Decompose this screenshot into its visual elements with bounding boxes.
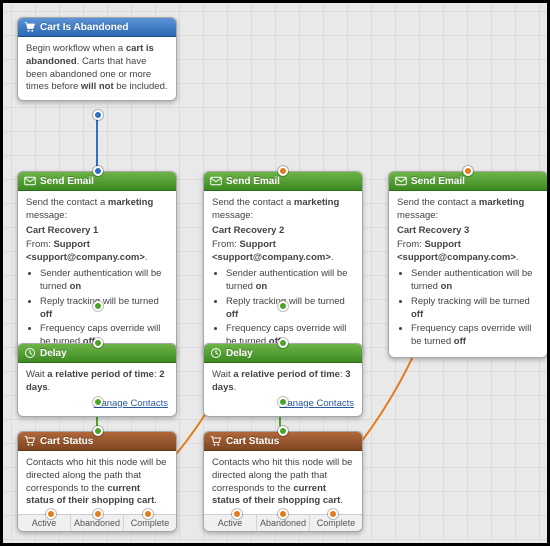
branch-abandoned[interactable]: Abandoned [71, 515, 124, 531]
branch-complete[interactable]: Complete [124, 515, 176, 531]
node-send-email-3[interactable]: Send Email Send the contact a marketing … [388, 171, 548, 358]
workflow-canvas[interactable]: Cart Is Abandoned Begin workflow when a … [0, 0, 550, 546]
envelope-icon [210, 175, 222, 187]
node-header: Cart Status [204, 432, 362, 451]
node-title: Send Email [226, 176, 280, 187]
node-delay-1[interactable]: Delay Wait a relative period of time: 2 … [17, 343, 177, 417]
node-title: Delay [40, 348, 67, 359]
node-header: Send Email [18, 172, 176, 191]
node-body: Contacts who hit this node will be direc… [18, 451, 176, 514]
node-body: Wait a relative period of time: 2 days. … [18, 363, 176, 416]
cart-icon [24, 435, 36, 447]
node-send-email-2[interactable]: Send Email Send the contact a marketing … [203, 171, 363, 358]
node-header: Cart Is Abandoned [18, 18, 176, 37]
clock-icon [210, 347, 222, 359]
node-trigger[interactable]: Cart Is Abandoned Begin workflow when a … [17, 17, 177, 101]
manage-contacts-link[interactable]: Manage Contacts [26, 398, 168, 411]
node-title: Cart Status [40, 436, 93, 447]
node-body: Send the contact a marketing message: Ca… [204, 191, 362, 357]
cart-icon [24, 21, 36, 33]
node-delay-2[interactable]: Delay Wait a relative period of time: 3 … [203, 343, 363, 417]
node-title: Send Email [411, 176, 465, 187]
manage-contacts-link[interactable]: Manage Contacts [212, 398, 354, 411]
node-title: Cart Status [226, 436, 279, 447]
email-name: Cart Recovery 2 [212, 225, 354, 238]
node-cart-status-2[interactable]: Cart Status Contacts who hit this node w… [203, 431, 363, 532]
node-header: Cart Status [18, 432, 176, 451]
node-title: Send Email [40, 176, 94, 187]
branch-active[interactable]: Active [18, 515, 71, 531]
clock-icon [24, 347, 36, 359]
node-header: Delay [204, 344, 362, 363]
node-title: Cart Is Abandoned [40, 22, 129, 33]
node-body: Send the contact a marketing message: Ca… [389, 191, 547, 357]
node-title: Delay [226, 348, 253, 359]
node-header: Send Email [204, 172, 362, 191]
node-header: Delay [18, 344, 176, 363]
branch-abandoned[interactable]: Abandoned [257, 515, 310, 531]
email-name: Cart Recovery 1 [26, 225, 168, 238]
envelope-icon [395, 175, 407, 187]
email-name: Cart Recovery 3 [397, 225, 539, 238]
node-body: Begin workflow when a cart is abandoned.… [18, 37, 176, 100]
envelope-icon [24, 175, 36, 187]
branch-complete[interactable]: Complete [310, 515, 362, 531]
node-send-email-1[interactable]: Send Email Send the contact a marketing … [17, 171, 177, 358]
node-body: Wait a relative period of time: 3 days. … [204, 363, 362, 416]
node-body: Send the contact a marketing message: Ca… [18, 191, 176, 357]
node-header: Send Email [389, 172, 547, 191]
node-cart-status-1[interactable]: Cart Status Contacts who hit this node w… [17, 431, 177, 532]
branch-active[interactable]: Active [204, 515, 257, 531]
node-body: Contacts who hit this node will be direc… [204, 451, 362, 514]
cart-icon [210, 435, 222, 447]
